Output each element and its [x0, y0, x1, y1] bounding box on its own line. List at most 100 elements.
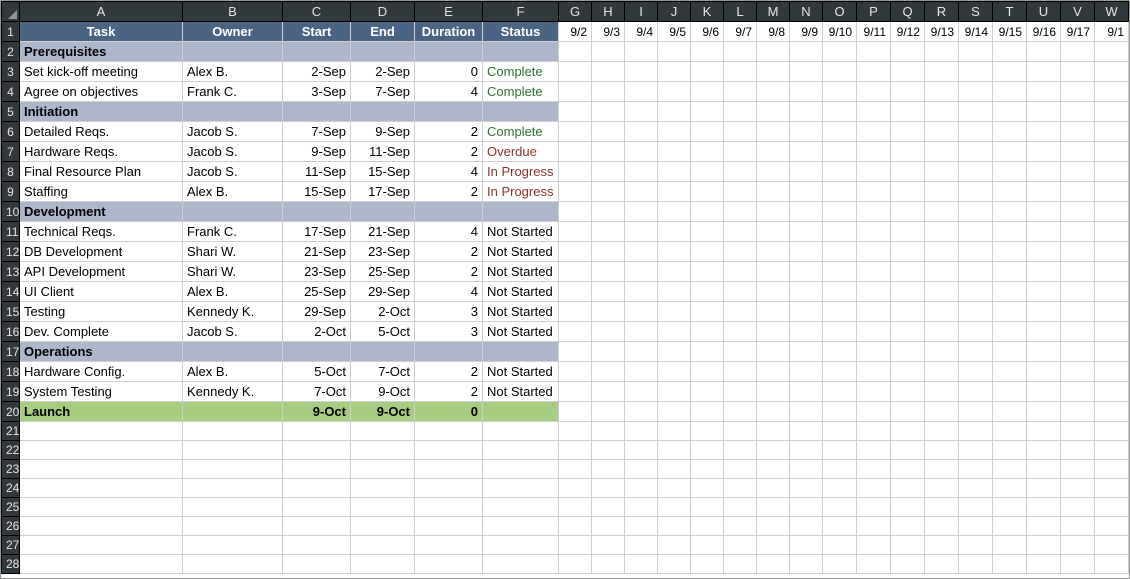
cell[interactable]	[993, 555, 1027, 574]
cell[interactable]	[757, 202, 790, 222]
cell[interactable]	[559, 362, 592, 382]
task-duration[interactable]: 2	[415, 242, 483, 262]
cell[interactable]	[1095, 362, 1129, 382]
cell[interactable]	[823, 202, 857, 222]
cell[interactable]	[559, 342, 592, 362]
cell[interactable]	[691, 222, 724, 242]
cell[interactable]	[415, 517, 483, 536]
cell[interactable]	[925, 517, 959, 536]
cell[interactable]	[724, 202, 757, 222]
cell[interactable]	[658, 460, 691, 479]
cell[interactable]	[757, 322, 790, 342]
cell[interactable]	[959, 441, 993, 460]
row-header[interactable]: 12	[2, 242, 20, 262]
cell[interactable]	[1061, 122, 1095, 142]
cell[interactable]	[1027, 422, 1061, 441]
cell[interactable]	[592, 242, 625, 262]
cell[interactable]	[857, 322, 891, 342]
cell[interactable]	[625, 422, 658, 441]
cell[interactable]	[415, 422, 483, 441]
cell[interactable]	[1095, 262, 1129, 282]
cell[interactable]: 0	[415, 402, 483, 422]
cell[interactable]	[1095, 322, 1129, 342]
task-owner[interactable]: Kennedy K.	[183, 302, 283, 322]
task-end[interactable]: 2-Oct	[351, 302, 415, 322]
cell[interactable]	[283, 460, 351, 479]
row-header[interactable]: 27	[2, 536, 20, 555]
cell[interactable]	[351, 517, 415, 536]
column-header[interactable]: W	[1095, 2, 1129, 22]
row-header[interactable]: 16	[2, 322, 20, 342]
cell[interactable]	[1027, 222, 1061, 242]
cell[interactable]	[959, 102, 993, 122]
task-duration[interactable]: 4	[415, 282, 483, 302]
cell[interactable]	[891, 498, 925, 517]
cell[interactable]	[625, 62, 658, 82]
cell[interactable]	[658, 102, 691, 122]
cell[interactable]	[724, 441, 757, 460]
cell[interactable]	[891, 242, 925, 262]
cell[interactable]	[691, 342, 724, 362]
cell[interactable]	[1061, 382, 1095, 402]
cell[interactable]	[625, 555, 658, 574]
cell[interactable]	[1027, 536, 1061, 555]
task-owner[interactable]: Shari W.	[183, 242, 283, 262]
cell[interactable]	[993, 402, 1027, 422]
cell[interactable]	[183, 555, 283, 574]
cell[interactable]	[891, 362, 925, 382]
cell[interactable]	[724, 182, 757, 202]
cell[interactable]	[790, 322, 823, 342]
cell[interactable]	[351, 342, 415, 362]
cell[interactable]	[483, 42, 559, 62]
cell[interactable]	[1061, 498, 1095, 517]
cell[interactable]	[1027, 182, 1061, 202]
cell[interactable]	[891, 517, 925, 536]
cell[interactable]	[625, 460, 658, 479]
cell[interactable]	[1027, 302, 1061, 322]
cell[interactable]	[724, 322, 757, 342]
cell[interactable]	[925, 182, 959, 202]
task-owner[interactable]: Shari W.	[183, 262, 283, 282]
column-header[interactable]: R	[925, 2, 959, 22]
cell[interactable]	[691, 302, 724, 322]
cell[interactable]	[658, 517, 691, 536]
row-header[interactable]: 19	[2, 382, 20, 402]
cell[interactable]	[891, 82, 925, 102]
task-start[interactable]: 23-Sep	[283, 262, 351, 282]
cell[interactable]	[823, 498, 857, 517]
cell[interactable]	[20, 498, 183, 517]
cell[interactable]	[857, 517, 891, 536]
cell[interactable]	[925, 536, 959, 555]
column-header[interactable]: B	[183, 2, 283, 22]
task-end[interactable]: 25-Sep	[351, 262, 415, 282]
cell[interactable]	[790, 142, 823, 162]
cell[interactable]	[724, 422, 757, 441]
cell[interactable]	[351, 460, 415, 479]
cell[interactable]	[625, 162, 658, 182]
cell[interactable]	[658, 498, 691, 517]
cell[interactable]	[1061, 555, 1095, 574]
cell[interactable]	[724, 222, 757, 242]
task-start[interactable]: 3-Sep	[283, 82, 351, 102]
cell[interactable]	[823, 460, 857, 479]
task-end[interactable]: 9-Oct	[351, 382, 415, 402]
cell[interactable]	[625, 322, 658, 342]
cell[interactable]	[283, 536, 351, 555]
cell[interactable]	[483, 536, 559, 555]
launch-label[interactable]: Launch	[20, 402, 183, 422]
column-header[interactable]: G	[559, 2, 592, 22]
cell[interactable]	[658, 555, 691, 574]
cell[interactable]	[891, 402, 925, 422]
cell[interactable]	[724, 517, 757, 536]
cell[interactable]	[1027, 342, 1061, 362]
cell[interactable]	[857, 62, 891, 82]
header-date[interactable]: 9/17	[1061, 22, 1095, 42]
cell[interactable]	[1061, 62, 1095, 82]
cell[interactable]	[183, 536, 283, 555]
cell[interactable]	[691, 282, 724, 302]
cell[interactable]	[891, 142, 925, 162]
cell[interactable]	[592, 422, 625, 441]
cell[interactable]	[351, 498, 415, 517]
cell[interactable]	[1027, 82, 1061, 102]
cell[interactable]	[592, 202, 625, 222]
